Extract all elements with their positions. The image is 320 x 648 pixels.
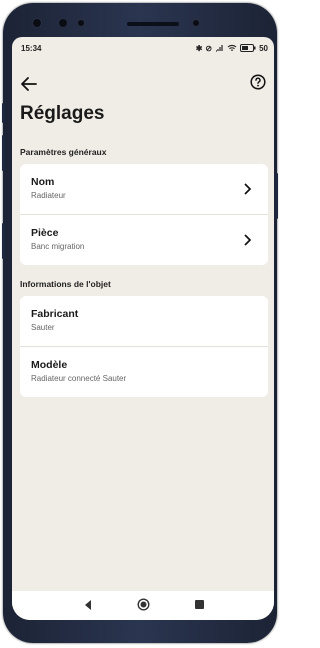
system-nav-bar xyxy=(12,591,274,620)
wifi-icon xyxy=(227,44,237,51)
row-value: Sauter xyxy=(31,323,55,332)
nav-home-icon[interactable] xyxy=(137,598,150,611)
sensor xyxy=(58,18,68,28)
phone-top-bezel xyxy=(12,9,274,37)
dnd-icon: ⊘ xyxy=(205,43,213,53)
status-bar: 15:34 ✱ ⊘ 50 xyxy=(12,37,274,59)
sensor xyxy=(77,19,85,27)
battery-percent: 50 xyxy=(259,43,268,53)
section-title-general: Paramètres généraux xyxy=(20,147,107,157)
phone-side-button xyxy=(2,223,5,259)
front-camera xyxy=(32,18,42,28)
phone-frame: 15:34 ✱ ⊘ 50 Réglages Paramètres générau… xyxy=(2,3,278,643)
earpiece-speaker xyxy=(127,22,179,26)
battery-icon xyxy=(240,44,256,52)
section-title-object-info: Informations de l'objet xyxy=(20,279,111,289)
status-icons: ✱ ⊘ 50 xyxy=(196,44,268,53)
settings-row-room[interactable]: Pièce Banc migration xyxy=(20,214,268,265)
settings-card-general: Nom Radiateur Pièce Banc migration xyxy=(20,164,268,265)
row-label: Modèle xyxy=(31,359,68,371)
nav-recents-icon[interactable] xyxy=(195,600,204,609)
info-row-manufacturer: Fabricant Sauter xyxy=(20,296,268,346)
phone-side-button xyxy=(2,103,5,123)
back-arrow-icon[interactable] xyxy=(20,75,38,93)
info-row-model: Modèle Radiateur connecté Sauter xyxy=(20,346,268,397)
settings-row-name[interactable]: Nom Radiateur xyxy=(20,164,268,214)
help-icon[interactable] xyxy=(250,74,266,90)
status-time: 15:34 xyxy=(21,43,42,53)
signal-icon xyxy=(216,45,223,52)
bluetooth-icon: ✱ xyxy=(195,43,203,53)
sensor xyxy=(192,19,200,27)
row-value: Radiateur connecté Sauter xyxy=(31,374,127,383)
page-title: Réglages xyxy=(20,103,105,124)
row-label: Nom xyxy=(31,176,55,188)
settings-card-object-info: Fabricant Sauter Modèle Radiateur connec… xyxy=(20,296,268,397)
phone-side-button xyxy=(275,173,278,219)
phone-side-button xyxy=(2,135,5,171)
chevron-right-icon xyxy=(244,183,252,195)
chevron-right-icon xyxy=(244,234,252,246)
app-screen: 15:34 ✱ ⊘ 50 Réglages Paramètres générau… xyxy=(12,37,274,620)
row-label: Fabricant xyxy=(31,308,79,320)
nav-back-icon[interactable] xyxy=(83,599,93,611)
row-value: Radiateur xyxy=(31,191,66,200)
row-label: Pièce xyxy=(31,227,59,239)
row-value: Banc migration xyxy=(31,242,85,251)
